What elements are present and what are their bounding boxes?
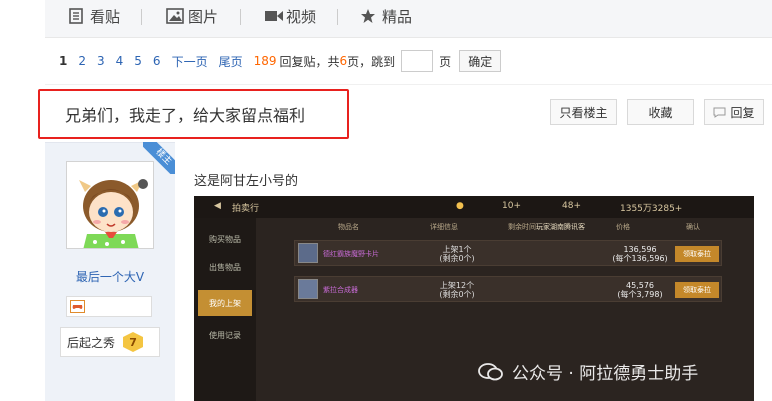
item-price-total: 45,576 <box>626 281 654 290</box>
item-price-each: (每个3,798) <box>617 290 663 299</box>
tab-divider <box>240 9 241 25</box>
wechat-watermark: 公众号 · 阿拉德勇士助手 <box>478 359 698 384</box>
reply-count: 189 <box>253 54 277 68</box>
game-listing-row: 德红霸族魔野卡片 上架1个 (剩余0个) 136,596 (每个136,596) 领… <box>294 240 722 266</box>
user-icon-slot <box>66 296 152 317</box>
wechat-icon <box>478 362 504 382</box>
reply-count-label: 回复贴，共 <box>279 54 340 69</box>
item-synthesizer-icon <box>298 279 318 299</box>
page-unit-label: 页 <box>439 54 452 69</box>
video-camera-icon <box>264 8 283 24</box>
game-back-icon: ◀ <box>214 201 221 211</box>
game-col-detail: 详细信息 <box>430 223 458 231</box>
last-page-link[interactable]: 尾页 <box>219 53 243 70</box>
claim-button: 领取泰拉 <box>675 246 719 262</box>
page-link[interactable]: 2 <box>78 54 86 68</box>
item-name: 紫拉合成器 <box>323 286 358 294</box>
tab-featured-label: 精品 <box>382 7 413 26</box>
reply-button-label: 回复 <box>730 105 755 120</box>
item-listed-count: 上架1个 <box>442 245 472 254</box>
page-jump-label: 页，跳到 <box>347 54 396 69</box>
tab-images[interactable]: 图片 <box>166 5 218 27</box>
only-op-button[interactable]: 只看楼主 <box>550 99 617 125</box>
tab-divider <box>337 9 338 25</box>
game-gems-value: 48+ <box>562 201 581 211</box>
item-price-each: (每个136,596) <box>612 254 668 263</box>
level-title: 后起之秀 <box>67 335 116 350</box>
image-icon <box>166 8 184 24</box>
game-side-item: 出售物品 <box>209 262 241 272</box>
post-body-text: 这是阿甘左小号的 <box>194 174 299 189</box>
item-listed: 上架12个 (剩余0个) <box>427 281 487 299</box>
game-side-item: 使用记录 <box>209 330 241 340</box>
document-icon <box>68 8 86 24</box>
pagination: 1 2 3 4 5 6 下一页 尾页 189 回复贴，共 6 页，跳到 页 确定 <box>45 38 772 84</box>
user-level: 后起之秀 7 <box>60 327 160 357</box>
game-header-title: 拍卖行 <box>232 204 260 214</box>
favorite-button[interactable]: 收藏 <box>627 99 694 125</box>
gold-coin-icon: ● <box>456 201 464 211</box>
game-side-item: 购买物品 <box>209 234 241 244</box>
page-link[interactable]: 4 <box>116 54 124 68</box>
avatar[interactable] <box>66 161 154 249</box>
tab-divider <box>141 9 142 25</box>
item-price: 45,576 (每个3,798) <box>605 281 675 299</box>
speech-bubble-icon <box>713 107 726 118</box>
game-col-price: 价格 <box>616 223 630 231</box>
game-col-player: 玩家湖南腾讯客 <box>536 223 585 231</box>
op-badge-label: 楼主 <box>143 142 175 174</box>
item-price: 136,596 (每个136,596) <box>605 245 675 263</box>
tab-view-posts[interactable]: 看贴 <box>68 5 120 27</box>
item-remaining: (剩余0个) <box>439 254 475 263</box>
tab-video[interactable]: 视频 <box>264 5 316 27</box>
tab-featured[interactable]: 精品 <box>360 5 412 27</box>
game-col-confirm: 确认 <box>686 223 700 231</box>
game-table-header: 物品名 详细信息 剩余时间 玩家湖南腾讯客 价格 确认 <box>294 222 722 234</box>
item-card-icon <box>298 243 318 263</box>
level-badge: 7 <box>123 332 144 352</box>
op-badge: 楼主 <box>143 142 175 174</box>
game-gold-value: 10+ <box>502 201 521 211</box>
author-name[interactable]: 最后一个大V <box>45 268 175 285</box>
item-listed: 上架1个 (剩余0个) <box>427 245 487 263</box>
game-money-value: 1355万3285+ <box>620 204 683 214</box>
star-icon <box>360 8 378 24</box>
item-name: 德红霸族魔野卡片 <box>323 250 379 258</box>
watermark-text: 公众号 · 阿拉德勇士助手 <box>512 364 699 384</box>
claim-button: 领取泰拉 <box>675 282 719 298</box>
reply-button[interactable]: 回复 <box>704 99 764 125</box>
page-total: 6 <box>339 54 348 68</box>
item-remaining: (剩余0个) <box>439 290 475 299</box>
page-current: 1 <box>59 54 68 68</box>
game-side-item-active: 我的上架 <box>198 290 252 316</box>
game-topbar: ◀ 拍卖行 ● 10+ 48+ 1355万3285+ <box>194 196 754 218</box>
item-listed-count: 上架12个 <box>439 281 475 290</box>
next-page-link[interactable]: 下一页 <box>172 53 208 70</box>
item-price-total: 136,596 <box>623 245 657 254</box>
page-jump-input[interactable] <box>401 50 434 72</box>
tab-view-label: 看贴 <box>90 7 121 26</box>
game-controller-icon[interactable] <box>70 300 85 316</box>
game-listing-row: 紫拉合成器 上架12个 (剩余0个) 45,576 (每个3,798) 领取泰拉 <box>294 276 722 302</box>
game-sidebar: 购买物品 出售物品 我的上架 使用记录 <box>194 218 256 401</box>
page-link[interactable]: 5 <box>134 54 142 68</box>
game-col-item: 物品名 <box>338 223 359 231</box>
page-link[interactable]: 6 <box>153 54 161 68</box>
tab-images-label: 图片 <box>188 7 219 26</box>
game-col-time: 剩余时间 <box>508 223 536 231</box>
page-link[interactable]: 3 <box>97 54 105 68</box>
thread-title: 兄弟们，我走了，给大家留点福利 <box>38 89 349 139</box>
tab-video-label: 视频 <box>286 7 317 26</box>
page-jump-confirm-button[interactable]: 确定 <box>459 50 502 72</box>
